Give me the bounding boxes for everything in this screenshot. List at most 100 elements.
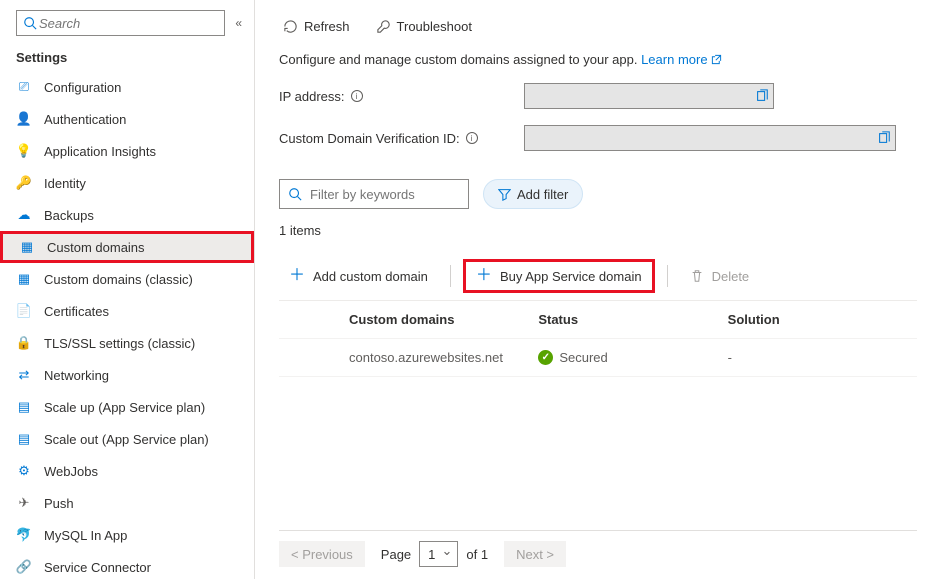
separator: [450, 265, 451, 287]
sidebar-item-label: Backups: [44, 208, 94, 223]
sidebar-item-identity[interactable]: 🔑 Identity: [0, 167, 254, 199]
funnel-icon: [498, 188, 511, 201]
sidebar-item-application-insights[interactable]: 💡 Application Insights: [0, 135, 254, 167]
domains-table: Custom domains Status Solution contoso.a…: [279, 300, 917, 377]
certificate-icon: 📄: [16, 303, 32, 319]
cloud-backup-icon: ☁: [16, 207, 32, 223]
sidebar-item-authentication[interactable]: 👤Authentication: [0, 103, 254, 135]
separator: [667, 265, 668, 287]
plus-icon: ＋: [289, 268, 305, 284]
trash-icon: [690, 269, 704, 283]
wrench-icon: [376, 19, 391, 34]
sidebar-search-input[interactable]: [37, 15, 218, 32]
refresh-label: Refresh: [304, 19, 350, 34]
info-icon[interactable]: i: [466, 132, 478, 144]
domain-classic-icon: ▦: [16, 271, 32, 287]
collapse-sidebar-icon[interactable]: «: [231, 12, 246, 34]
copy-icon[interactable]: [755, 89, 769, 103]
sidebar-item-label: Scale out (App Service plan): [44, 432, 209, 447]
previous-button: < Previous: [279, 541, 365, 567]
sidebar-item-tls-ssl-settings-classic-[interactable]: 🔒TLS/SSL settings (classic): [0, 327, 254, 359]
domain-icon: ▦: [19, 239, 35, 255]
lock-icon: 🔒: [16, 335, 32, 351]
table-header: Custom domains Status Solution: [279, 301, 917, 339]
sidebar-search-box[interactable]: [16, 10, 225, 36]
person-icon: 👤: [16, 111, 32, 127]
sidebar-item-service-connector[interactable]: 🔗 Service Connector: [0, 551, 254, 579]
sidebar-section-label: Settings: [0, 44, 254, 71]
th-solution[interactable]: Solution: [728, 312, 917, 327]
action-row: ＋ Add custom domain ＋ Buy App Service do…: [279, 256, 917, 296]
intro-text-row: Configure and manage custom domains assi…: [279, 52, 917, 67]
pager: < Previous Page 1 of 1 Next >: [279, 530, 917, 567]
external-link-icon: [711, 52, 722, 67]
troubleshoot-button[interactable]: Troubleshoot: [372, 17, 476, 36]
sidebar-item-webjobs[interactable]: ⚙ WebJobs: [0, 455, 254, 487]
sidebar-item-label: Configuration: [44, 80, 121, 95]
sidebar-item-scale-up-app-service-plan-[interactable]: ▤Scale up (App Service plan): [0, 391, 254, 423]
main-content: Refresh Troubleshoot Configure and manag…: [255, 0, 933, 579]
sidebar-item-label: Service Connector: [44, 560, 151, 575]
sidebar-item-label: Scale up (App Service plan): [44, 400, 205, 415]
sidebar-item-configuration[interactable]: ⎚ Configuration: [0, 71, 254, 103]
sidebar-item-label: Networking: [44, 368, 109, 383]
refresh-button[interactable]: Refresh: [279, 17, 354, 36]
sidebar: « Settings ⎚ Configuration 👤Authentication…: [0, 0, 255, 579]
search-icon: [23, 16, 37, 30]
sidebar-item-custom-domains-classic-[interactable]: ▦ Custom domains (classic): [0, 263, 254, 295]
sidebar-item-backups[interactable]: ☁ Backups: [0, 199, 254, 231]
page-select[interactable]: 1: [419, 541, 458, 567]
th-status[interactable]: Status: [538, 312, 727, 327]
key-icon: 🔑: [16, 175, 32, 191]
network-icon: ⇄: [16, 367, 32, 383]
sidebar-item-label: WebJobs: [44, 464, 98, 479]
sidebar-item-label: MySQL In App: [44, 528, 127, 543]
add-custom-domain-button[interactable]: ＋ Add custom domain: [279, 262, 438, 290]
cell-status: ✓Secured: [538, 350, 727, 365]
sidebar-item-mysql-in-app[interactable]: 🐬 MySQL In App: [0, 519, 254, 551]
add-filter-button[interactable]: Add filter: [483, 179, 583, 209]
sidebar-search-row: «: [0, 6, 254, 44]
items-count: 1 items: [279, 223, 917, 238]
th-custom-domains[interactable]: Custom domains: [349, 312, 538, 327]
ip-address-field: [524, 83, 774, 109]
mysql-icon: 🐬: [16, 527, 32, 543]
refresh-icon: [283, 19, 298, 34]
scale-out-icon: ▤: [16, 431, 32, 447]
intro-text: Configure and manage custom domains assi…: [279, 52, 637, 67]
sidebar-item-label: Identity: [44, 176, 86, 191]
sidebar-item-label: Application Insights: [44, 144, 156, 159]
sidebar-item-networking[interactable]: ⇄ Networking: [0, 359, 254, 391]
ip-address-label: IP address: i: [279, 89, 524, 104]
toolbar: Refresh Troubleshoot: [279, 8, 917, 44]
sidebar-nav: ⎚ Configuration 👤Authentication 💡 Applicatio…: [0, 71, 254, 579]
sidebar-item-label: Push: [44, 496, 74, 511]
sidebar-item-certificates[interactable]: 📄 Certificates: [0, 295, 254, 327]
sidebar-item-label: Custom domains (classic): [44, 272, 193, 287]
sidebar-item-scale-out-app-service-plan-[interactable]: ▤ Scale out (App Service plan): [0, 423, 254, 455]
add-filter-label: Add filter: [517, 187, 568, 202]
copy-icon[interactable]: [877, 131, 891, 145]
filter-keywords-box[interactable]: [279, 179, 469, 209]
ip-address-row: IP address: i: [279, 83, 917, 109]
page-of-text: of 1: [466, 547, 488, 562]
filter-keywords-input[interactable]: [308, 186, 460, 203]
page-label: Page: [381, 547, 411, 562]
buy-app-service-domain-button[interactable]: ＋ Buy App Service domain: [463, 259, 655, 293]
learn-more-link[interactable]: Learn more: [641, 52, 722, 67]
sliders-icon: ⎚: [16, 79, 32, 95]
webjobs-icon: ⚙: [16, 463, 32, 479]
next-button: Next >: [504, 541, 566, 567]
sidebar-item-push[interactable]: ✈Push: [0, 487, 254, 519]
cell-solution: -: [728, 350, 917, 365]
info-icon[interactable]: i: [351, 90, 363, 102]
filter-row: Add filter: [279, 179, 917, 209]
bulb-icon: 💡: [16, 143, 32, 159]
status-secured-icon: ✓: [538, 350, 553, 365]
sidebar-item-label: Custom domains: [47, 240, 145, 255]
connector-icon: 🔗: [16, 559, 32, 575]
table-row[interactable]: contoso.azurewebsites.net✓Secured-: [279, 339, 917, 377]
sidebar-item-label: Certificates: [44, 304, 109, 319]
sidebar-item-custom-domains[interactable]: ▦ Custom domains: [0, 231, 254, 263]
delete-button: Delete: [680, 263, 760, 290]
